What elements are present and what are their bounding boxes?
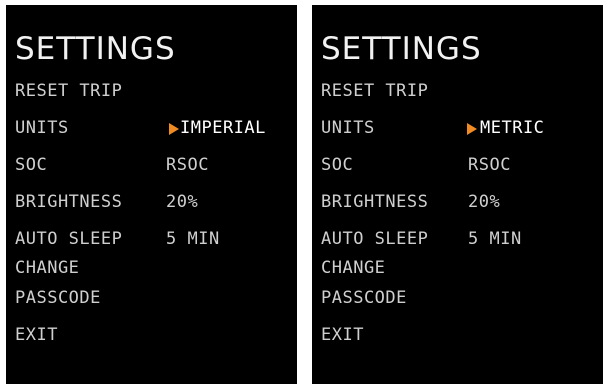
- soc-value: RSOC: [468, 155, 511, 175]
- units-value[interactable]: IMPERIAL: [180, 118, 266, 138]
- menu-item-soc[interactable]: SOC: [15, 155, 47, 175]
- menu-item-exit[interactable]: EXIT: [15, 325, 58, 345]
- menu-item-units[interactable]: UNITS: [321, 118, 375, 138]
- menu-item-auto-sleep[interactable]: AUTO SLEEP: [15, 229, 122, 249]
- auto-sleep-value: 5 MIN: [468, 229, 522, 249]
- units-value[interactable]: METRIC: [480, 118, 544, 138]
- settings-screen-left: SETTINGS RESET TRIP UNITS IMPERIAL SOC R…: [6, 5, 297, 384]
- menu-item-change[interactable]: CHANGE: [321, 258, 385, 278]
- selection-arrow-icon: [467, 123, 477, 135]
- menu-item-brightness[interactable]: BRIGHTNESS: [15, 192, 122, 212]
- menu-item-brightness[interactable]: BRIGHTNESS: [321, 192, 428, 212]
- menu-item-auto-sleep[interactable]: AUTO SLEEP: [321, 229, 428, 249]
- page-title: SETTINGS: [15, 31, 176, 67]
- page-title: SETTINGS: [321, 31, 482, 67]
- menu-item-units[interactable]: UNITS: [15, 118, 69, 138]
- menu-item-exit[interactable]: EXIT: [321, 325, 364, 345]
- menu-item-reset-trip[interactable]: RESET TRIP: [321, 81, 428, 101]
- menu-item-reset-trip[interactable]: RESET TRIP: [15, 81, 122, 101]
- brightness-value: 20%: [166, 192, 199, 212]
- selection-arrow-icon: [169, 123, 179, 135]
- menu-item-passcode[interactable]: PASSCODE: [15, 288, 101, 308]
- brightness-value: 20%: [468, 192, 501, 212]
- menu-item-change[interactable]: CHANGE: [15, 258, 79, 278]
- settings-screen-right: SETTINGS RESET TRIP UNITS METRIC SOC RSO…: [312, 5, 603, 384]
- menu-item-soc[interactable]: SOC: [321, 155, 353, 175]
- auto-sleep-value: 5 MIN: [166, 229, 220, 249]
- soc-value: RSOC: [166, 155, 209, 175]
- menu-item-passcode[interactable]: PASSCODE: [321, 288, 407, 308]
